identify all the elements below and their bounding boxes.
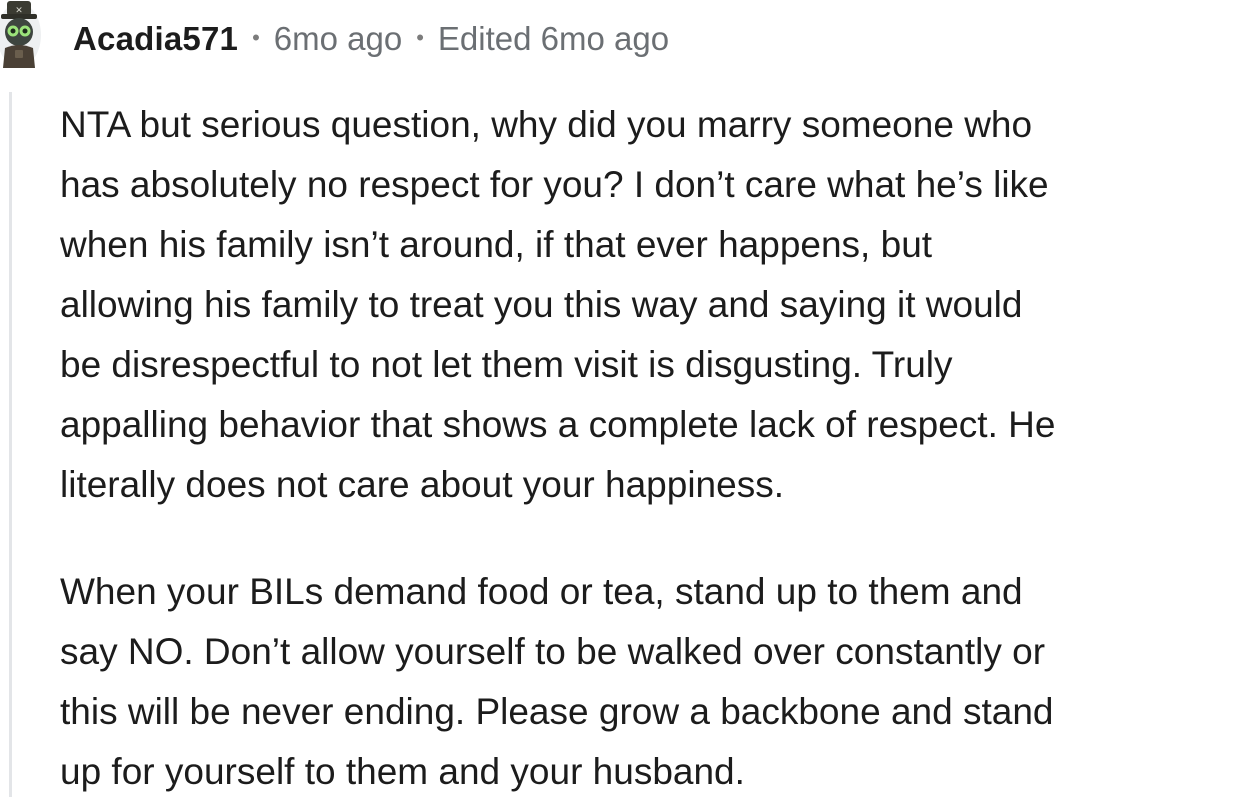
avatar[interactable]: ✕ — [0, 0, 42, 70]
separator-dot: • — [252, 25, 260, 50]
comment-line: has absolutely no respect for you? I don… — [60, 164, 1049, 205]
comment-line: appalling behavior that shows a complete… — [60, 404, 1056, 445]
timestamp[interactable]: 6mo ago — [274, 20, 402, 58]
robot-avatar-icon: ✕ — [0, 1, 41, 68]
comment-line: be disrespectful to not let them visit i… — [60, 344, 953, 385]
comment-line: literally does not care about your happi… — [60, 464, 784, 505]
comment-line: when his family isn’t around, if that ev… — [60, 224, 933, 265]
separator-dot: • — [416, 25, 424, 50]
comment-paragraph: NTA but serious question, why did you ma… — [60, 95, 1237, 515]
comment-line: say NO. Don’t allow yourself to be walke… — [60, 631, 1046, 672]
comment-line: this will be never ending. Please grow a… — [60, 691, 1054, 732]
comment-line: allowing his family to treat you this wa… — [60, 284, 1023, 325]
thread-line[interactable] — [9, 92, 12, 797]
comment-paragraph: When your BILs demand food or tea, stand… — [60, 562, 1237, 802]
svg-text:✕: ✕ — [15, 6, 23, 16]
username-link[interactable]: Acadia571 — [73, 20, 238, 58]
comment-line: up for yourself to them and your husband… — [60, 751, 745, 792]
edited-label: Edited 6mo ago — [437, 20, 670, 57]
comment-line: NTA but serious question, why did you ma… — [60, 104, 1033, 145]
comment-line: When your BILs demand food or tea, stand… — [60, 571, 1023, 612]
comment-meta: Acadia571 • 6mo ago • Edited 6mo ago — [73, 18, 669, 60]
comment-body: NTA but serious question, why did you ma… — [60, 95, 1237, 802]
